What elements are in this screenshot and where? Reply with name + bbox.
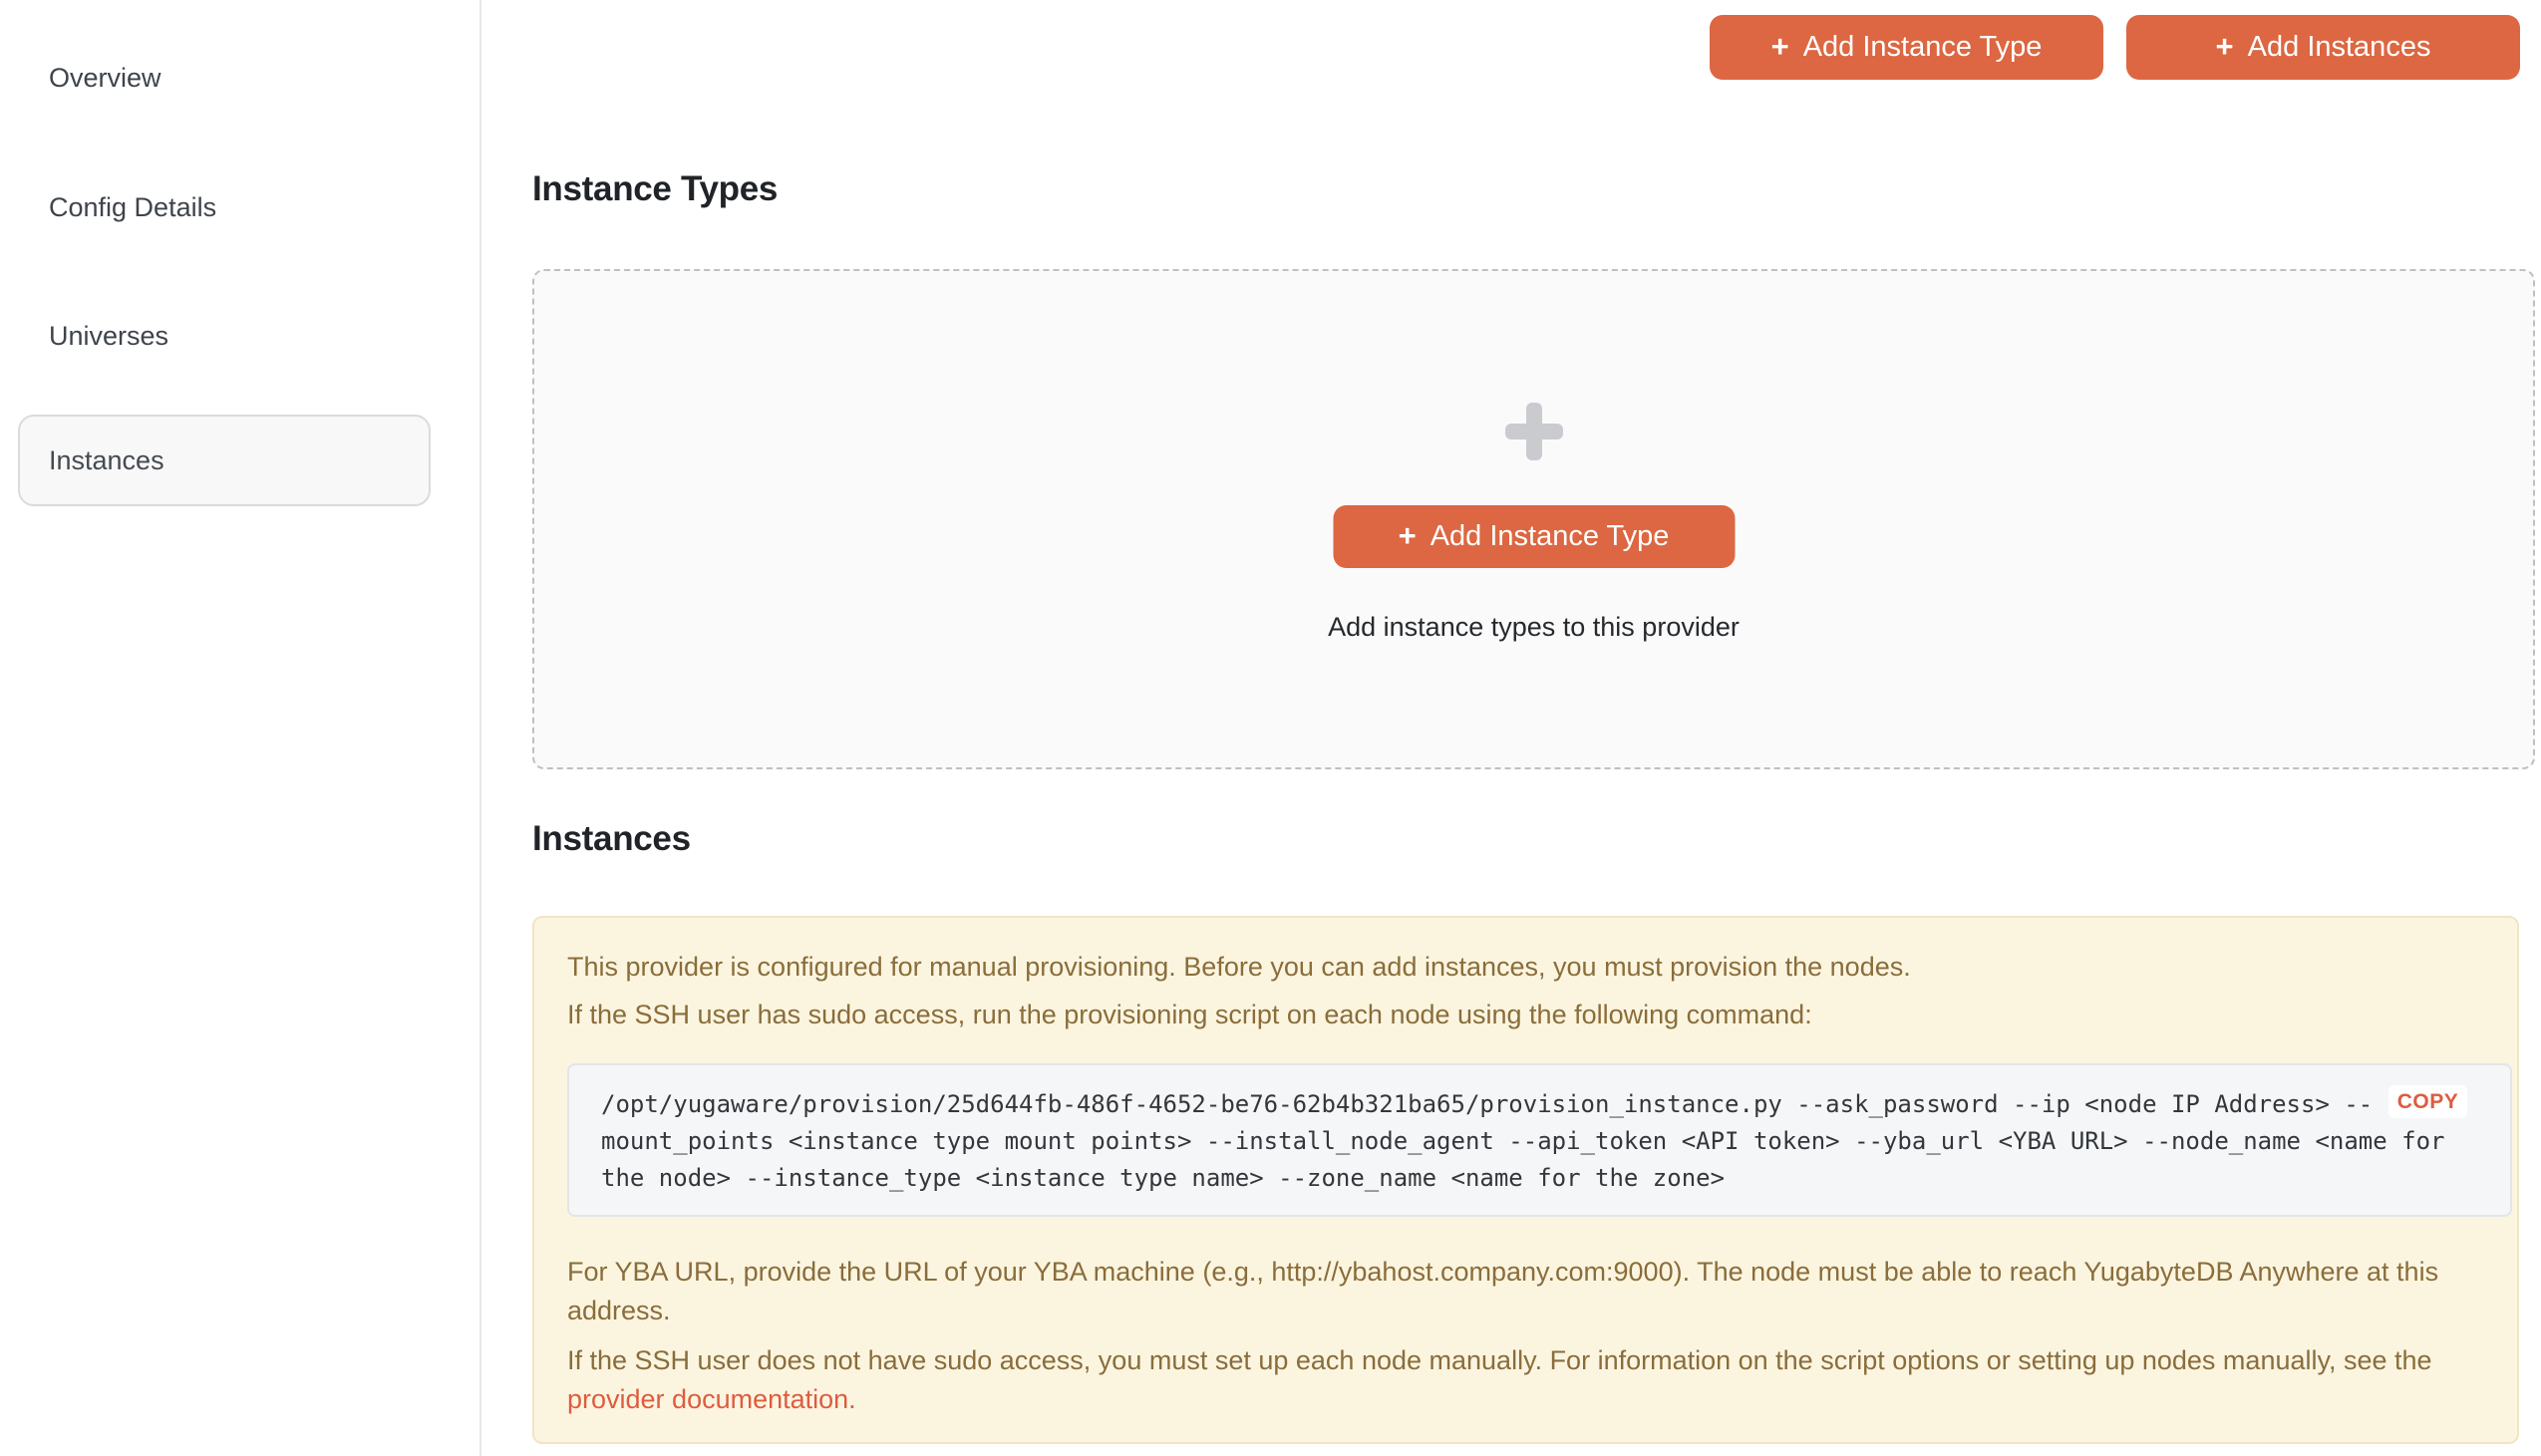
instance-types-heading: Instance Types — [532, 169, 778, 209]
manual-provisioning-notice: This provider is configured for manual p… — [532, 916, 2519, 1444]
provision-command-block: /opt/yugaware/provision/25d644fb-486f-46… — [567, 1063, 2512, 1217]
instances-heading: Instances — [532, 819, 691, 859]
notice-intro-line1: This provider is configured for manual p… — [567, 948, 2484, 987]
empty-state-caption: Add instance types to this provider — [534, 612, 2533, 643]
add-instance-type-empty-button[interactable]: + Add Instance Type — [1333, 505, 1735, 568]
provision-command-line: mount_points <instance type mount points… — [601, 1123, 2390, 1160]
copy-button[interactable]: COPY — [2388, 1085, 2467, 1118]
sidebar-item-overview[interactable]: Overview — [49, 62, 161, 95]
instance-types-empty-state: + Add Instance Type Add instance types t… — [532, 269, 2535, 769]
sidebar-item-universes[interactable]: Universes — [49, 320, 168, 353]
sidebar-item-instances[interactable]: Instances — [18, 415, 431, 506]
add-instance-type-label: Add Instance Type — [1430, 520, 1670, 553]
no-sudo-note-text: If the SSH user does not have sudo acces… — [567, 1345, 2432, 1375]
sidebar-item-config-details[interactable]: Config Details — [49, 191, 216, 224]
plus-icon — [1505, 403, 1563, 460]
add-instances-label: Add Instances — [2248, 31, 2431, 64]
sidebar: Overview Config Details Universes Instan… — [0, 0, 481, 1456]
provider-details-page: Overview Config Details Universes Instan… — [0, 0, 2541, 1456]
plus-icon: + — [1771, 31, 1789, 62]
plus-icon: + — [1399, 520, 1417, 551]
yba-url-note: For YBA URL, provide the URL of your YBA… — [567, 1253, 2484, 1330]
add-instance-type-label: Add Instance Type — [1803, 31, 2043, 64]
provider-documentation-link[interactable]: provider documentation. — [567, 1384, 856, 1414]
notice-intro-line2: If the SSH user has sudo access, run the… — [567, 996, 2484, 1034]
provision-command-line: /opt/yugaware/provision/25d644fb-486f-46… — [601, 1086, 2390, 1123]
provision-command-line: the node> --instance_type <instance type… — [601, 1160, 2390, 1197]
add-instances-button[interactable]: + Add Instances — [2126, 15, 2520, 80]
sidebar-item-label: Instances — [49, 444, 164, 477]
toolbar: + Add Instance Type + Add Instances — [1710, 15, 2520, 80]
add-instance-type-button[interactable]: + Add Instance Type — [1710, 15, 2103, 80]
plus-icon: + — [2216, 31, 2234, 62]
no-sudo-note: If the SSH user does not have sudo acces… — [567, 1341, 2484, 1419]
